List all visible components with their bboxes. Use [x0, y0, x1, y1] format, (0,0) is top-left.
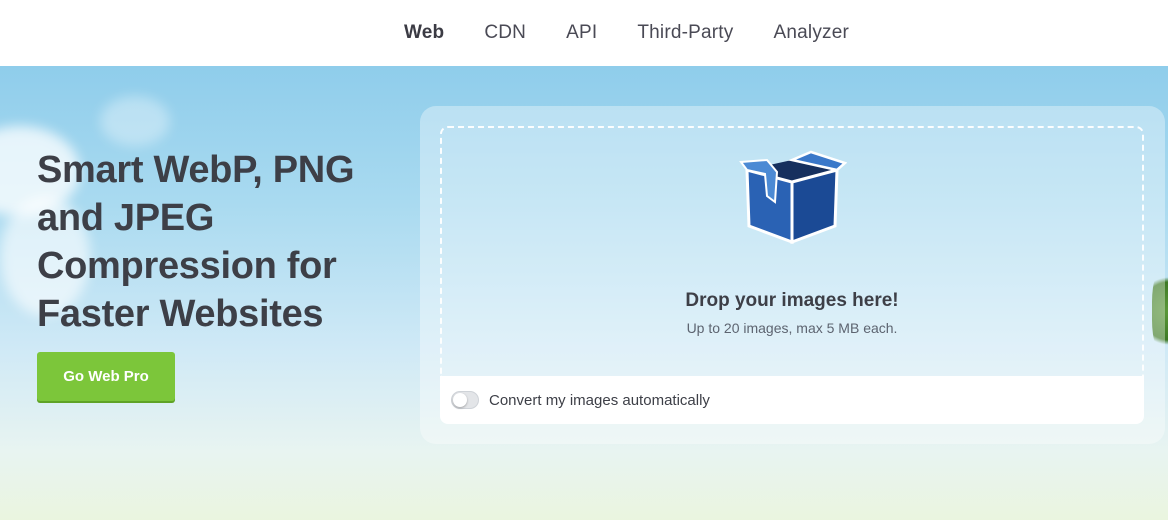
top-navigation: Web CDN API Third-Party Analyzer [0, 0, 1168, 66]
auto-convert-toggle[interactable] [451, 391, 479, 409]
upload-card: Drop your images here! Up to 20 images, … [420, 106, 1165, 444]
image-dropzone[interactable]: Drop your images here! Up to 20 images, … [440, 126, 1144, 378]
upload-options-bar: Convert my images automatically [440, 376, 1144, 424]
headline-line: and JPEG [37, 197, 215, 239]
box-icon [739, 150, 847, 245]
go-web-pro-button[interactable]: Go Web Pro [37, 352, 175, 401]
hero-section: Smart WebP, PNG and JPEG Compression for… [0, 66, 1168, 520]
headline-line: Compression for [37, 245, 337, 287]
dropzone-subtitle: Up to 20 images, max 5 MB each. [686, 320, 898, 336]
dropzone-title: Drop your images here! [685, 290, 899, 311]
cloud-decoration [100, 96, 170, 146]
nav-item-web[interactable]: Web [384, 22, 464, 44]
hero-headline: Smart WebP, PNG and JPEG Compression for… [37, 146, 397, 338]
toggle-knob [453, 393, 467, 407]
headline-line: Smart WebP, PNG [37, 149, 355, 191]
nav-item-cdn[interactable]: CDN [464, 22, 546, 44]
nav-item-api[interactable]: API [546, 22, 617, 44]
auto-convert-label[interactable]: Convert my images automatically [489, 392, 710, 409]
nav-item-third-party[interactable]: Third-Party [617, 22, 753, 44]
nav-item-analyzer[interactable]: Analyzer [754, 22, 870, 44]
nav-list: Web CDN API Third-Party Analyzer [384, 22, 869, 44]
headline-line: Faster Websites [37, 293, 324, 335]
